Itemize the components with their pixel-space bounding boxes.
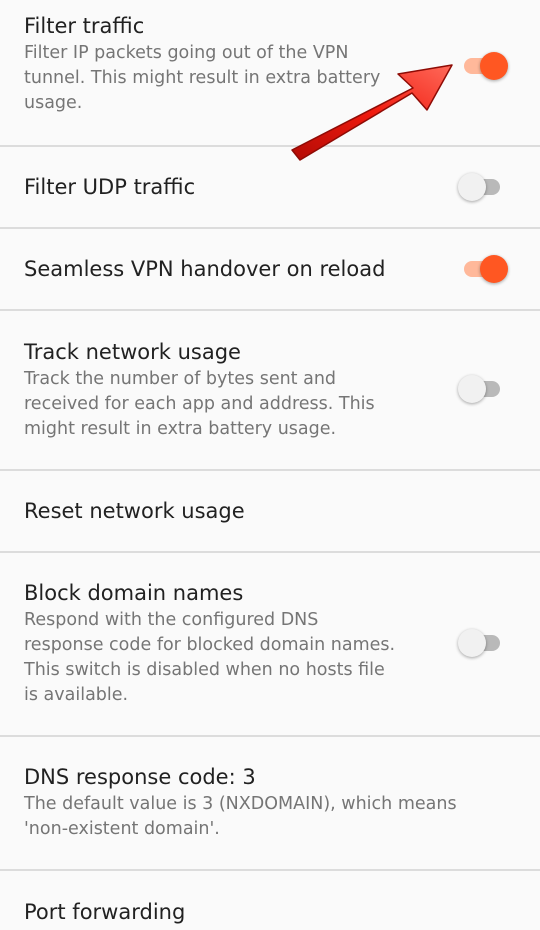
setting-dns-response-code[interactable]: DNS response code: 3 The default value i… xyxy=(0,737,540,869)
setting-port-forwarding[interactable]: Port forwarding xyxy=(0,871,540,930)
track-network-usage-switch[interactable] xyxy=(458,375,500,403)
setting-summary: Respond with the configured DNS response… xyxy=(24,610,396,705)
setting-summary: Track the number of bytes sent and recei… xyxy=(24,368,375,439)
setting-title: DNS response code: 3 xyxy=(24,765,256,789)
filter-udp-switch[interactable] xyxy=(458,173,500,201)
setting-filter-traffic[interactable]: Filter traffic Filter IP packets going o… xyxy=(0,0,540,146)
filter-traffic-switch[interactable] xyxy=(464,52,508,80)
setting-title: Filter traffic xyxy=(24,13,145,38)
settings-list: Filter traffic Filter IP packets going o… xyxy=(0,0,540,930)
switch-thumb xyxy=(458,173,486,201)
switch-thumb xyxy=(480,255,508,283)
switch-thumb xyxy=(458,629,486,657)
block-domain-names-switch[interactable] xyxy=(458,629,500,657)
switch-thumb xyxy=(480,52,508,80)
setting-title: Reset network usage xyxy=(24,499,245,523)
switch-thumb xyxy=(458,375,486,403)
setting-reset-network-usage[interactable]: Reset network usage xyxy=(0,471,540,551)
setting-seamless-vpn-handover[interactable]: Seamless VPN handover on reload xyxy=(0,229,540,309)
seamless-handover-switch[interactable] xyxy=(464,255,508,283)
setting-summary: Filter IP packets going out of the VPN t… xyxy=(24,42,381,113)
setting-title: Port forwarding xyxy=(24,900,186,924)
setting-summary: The default value is 3 (NXDOMAIN), which… xyxy=(24,794,457,839)
setting-title: Seamless VPN handover on reload xyxy=(24,257,386,281)
setting-title: Track network usage xyxy=(24,339,241,364)
setting-title: Block domain names xyxy=(24,581,244,605)
setting-title: Filter UDP traffic xyxy=(24,175,196,199)
